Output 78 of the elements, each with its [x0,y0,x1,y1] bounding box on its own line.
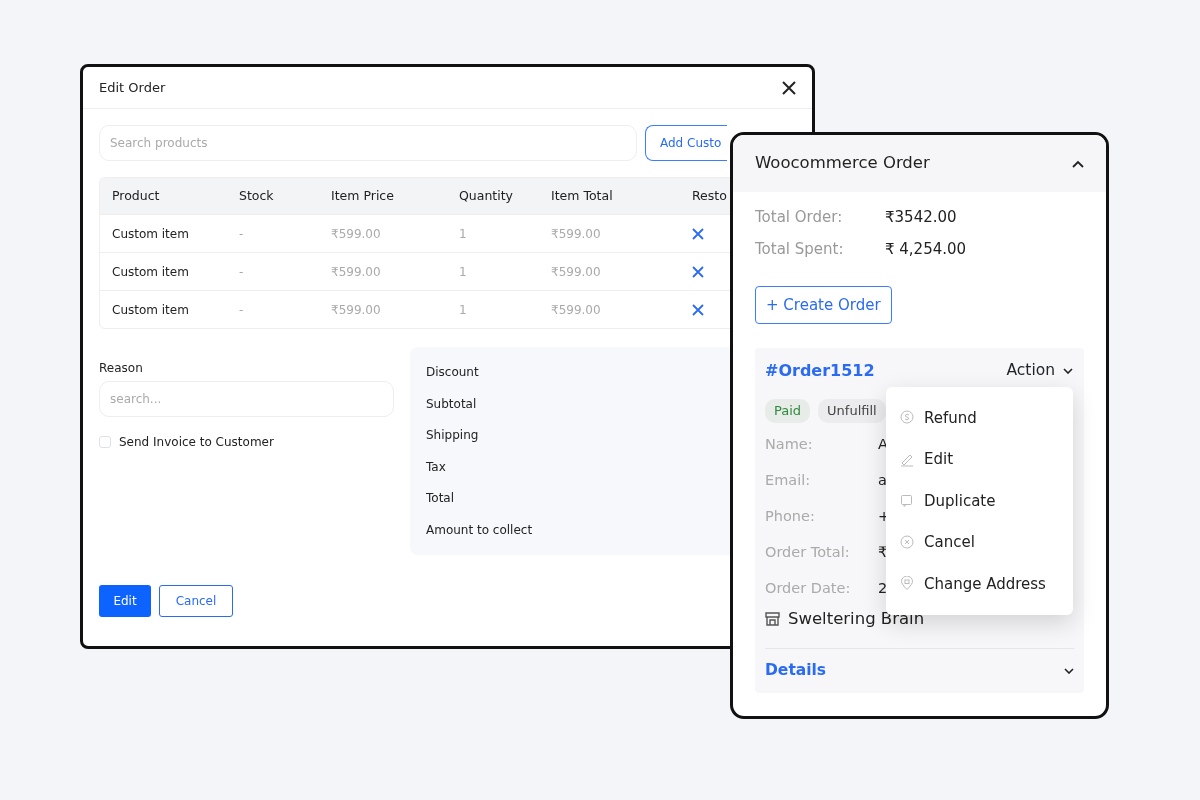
status-tag: Unfulfill [818,399,886,423]
menu-item[interactable]: Change Address [886,563,1073,605]
column-header: Quantity [459,186,515,205]
table-cell-text: ₹599.00 [551,263,602,281]
menu-item-label: Cancel [924,532,975,553]
total-value: ₹3542.00 [885,207,957,228]
add-custom-button[interactable]: Add Custo [645,125,727,161]
field-label: Name: [765,434,814,454]
field-value: a [878,470,887,490]
search-field[interactable]: Search products [99,125,637,161]
menu-item-label: Refund [924,407,977,429]
dollar-icon [900,410,914,426]
field-label: Order Date: [765,578,852,598]
table-cell-text: 1 [459,263,468,281]
table-cell-text: ₹599.00 [551,225,602,243]
field-value: ₹ [878,542,888,562]
remove-icon[interactable] [692,228,704,240]
menu-item-label: Duplicate [924,490,996,512]
copy-icon [900,493,914,509]
create-order-button[interactable]: + Create Order [755,286,892,324]
column-header: Resto [692,186,728,205]
chevron-down-icon [1063,367,1073,374]
field-label: Reason [99,360,144,377]
details-link[interactable]: Details [765,658,827,683]
summary-label: Tax [426,458,447,476]
action-dropdown[interactable]: Action [1005,358,1074,384]
close-circle-icon [900,534,914,550]
order-number[interactable]: #Order1512 [765,358,875,383]
column-header: Item Total [551,186,614,205]
map-pin-icon [900,576,914,592]
table-cell-text: ₹599.00 [331,301,382,319]
dialog-title: Edit Order [99,78,166,97]
summary-label: Amount to collect [426,521,534,539]
remove-icon[interactable] [692,266,704,278]
field-label: Order Total: [765,542,851,562]
field-label: Email: [765,470,812,490]
total-value: ₹ 4,254.00 [885,239,967,260]
close-icon[interactable] [782,80,796,95]
edit-button[interactable]: Edit [99,585,151,617]
table-cell-text: Custom item [112,225,190,243]
table-cell-text: Custom item [112,301,190,319]
table-cell-text: 1 [459,225,468,243]
table-cell-text: - [239,301,245,319]
invoice-checkbox[interactable] [99,436,111,448]
chevron-icon[interactable] [1072,159,1084,168]
menu-item-label: Change Address [924,573,1046,595]
menu-item-label: Edit [924,449,954,470]
reason-field[interactable]: search... [99,381,394,417]
menu-item[interactable]: Cancel [886,521,1073,563]
menu-item[interactable]: Edit [886,438,1073,480]
summary-label: Discount [426,364,480,381]
menu-item[interactable]: Refund [886,397,1073,439]
summary-label: Shipping [426,427,480,445]
total-label: Total Spent: [755,239,845,260]
table-cell-text: Custom item [112,263,190,281]
menu-item[interactable]: Duplicate [886,480,1073,522]
store-icon [765,612,780,627]
chevron-down-icon[interactable] [1064,667,1074,674]
status-tag: Paid [765,399,811,423]
summary-label: Total [426,490,456,508]
table-cell-text: ₹599.00 [331,263,382,281]
column-header: Item Price [331,186,395,205]
checkbox-label: Send Invoice to Customer [119,434,274,451]
summary-label: Subtotal [426,395,478,413]
table-cell-text: ₹599.00 [551,301,602,319]
table-cell-text: ₹599.00 [331,225,382,243]
total-label: Total Order: [755,207,844,228]
field-label: Phone: [765,506,816,526]
table-cell-text: - [239,225,245,243]
remove-icon[interactable] [692,304,704,316]
field-value: 2 [878,578,888,598]
panel-title: Woocommerce Order [755,152,930,175]
table-cell-text: 1 [459,301,468,319]
store-name: Sweltering Brain [788,607,925,630]
table-cell-text: - [239,263,245,281]
column-header: Product [112,186,161,205]
cancel-button[interactable]: Cancel [159,585,233,617]
column-header: Stock [239,186,275,205]
